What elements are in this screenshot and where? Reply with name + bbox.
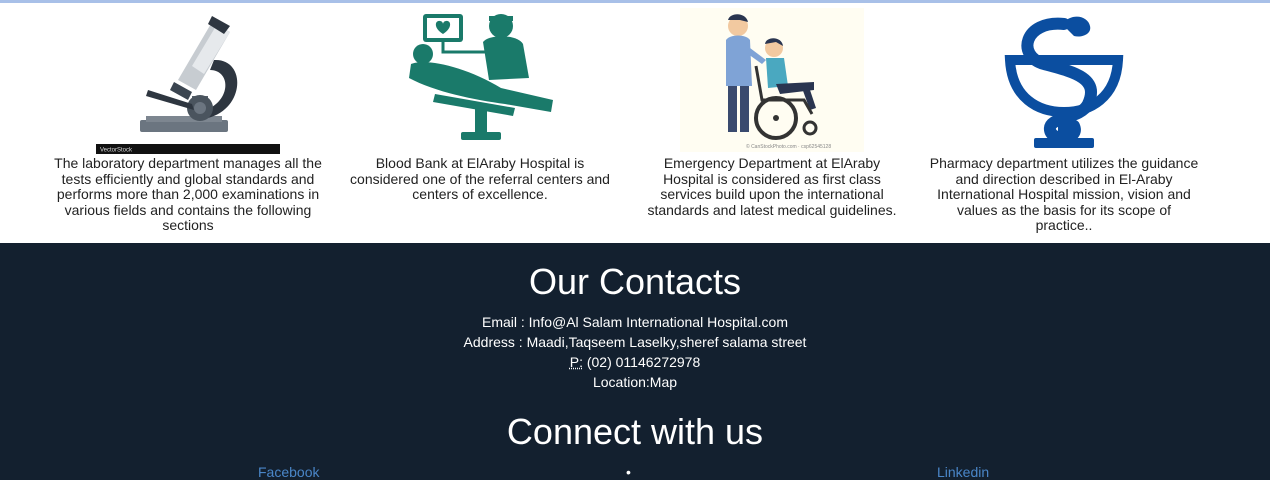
linkedin-link[interactable]: Linkedin <box>937 464 989 480</box>
caduceus-image <box>1004 16 1124 148</box>
contact-phone: P: (02) 01146272978 <box>0 354 1270 370</box>
emergency-description: Emergency Department at ElAraby Hospital… <box>647 155 897 218</box>
our-contacts-heading: Our Contacts <box>528 261 742 302</box>
vectorstock-watermark: VectorStock <box>100 148 133 154</box>
wheelchair-image: © CanStockPhoto.com · csp62545128 <box>680 8 864 152</box>
pharmacy-description: Pharmacy department utilizes the guidanc… <box>929 155 1199 233</box>
blood-bank-description: Blood Bank at ElAraby Hospital is consid… <box>350 155 610 202</box>
contacts-footer: Our Contacts Email : Info@Al Salam Inter… <box>0 243 1270 480</box>
canstock-watermark: © CanStockPhoto.com · csp62545128 <box>746 143 831 150</box>
connect-heading: Connect with us <box>506 411 764 452</box>
blood-donation-image <box>409 14 553 140</box>
phone-abbreviation: P: <box>569 354 583 370</box>
list-bullet: • <box>626 464 631 480</box>
contact-email: Email : Info@Al Salam International Hosp… <box>481 314 788 330</box>
facebook-link[interactable]: Facebook <box>258 464 319 480</box>
contact-location[interactable]: Location:Map <box>0 374 1270 390</box>
laboratory-description: The laboratory department manages all th… <box>54 155 322 233</box>
microscope-image: VectorStock <box>96 8 280 154</box>
services-section: VectorStock The laboratory department ma… <box>0 3 1270 243</box>
contact-address: Address : Maadi,Taqseem Laselky,sheref s… <box>463 334 807 350</box>
phone-number: (02) 01146272978 <box>582 354 701 370</box>
